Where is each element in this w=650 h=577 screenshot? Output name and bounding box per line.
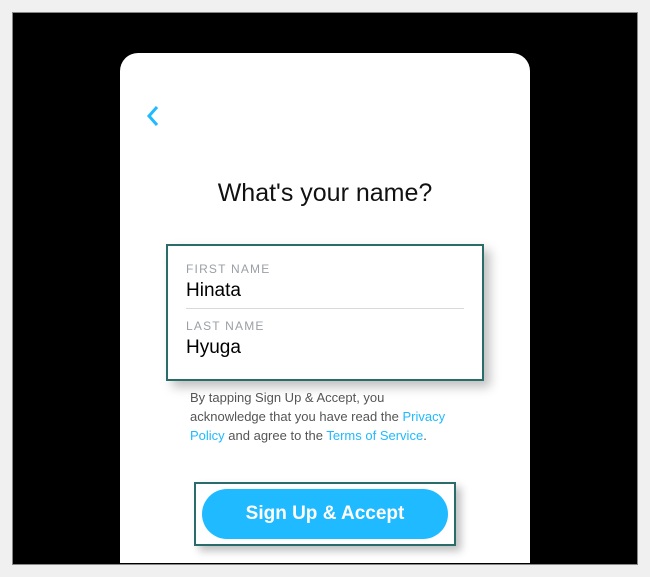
last-name-label: LAST NAME [186,319,464,333]
screenshot-frame: What's your name? FIRST NAME LAST NAME B… [12,12,638,565]
terms-of-service-link[interactable]: Terms of Service [326,428,423,443]
first-name-label: FIRST NAME [186,262,464,276]
signup-accept-button[interactable]: Sign Up & Accept [202,489,448,539]
disclaimer-text: By tapping Sign Up & Accept, you acknowl… [190,389,460,446]
last-name-input[interactable] [186,333,464,365]
first-name-input[interactable] [186,276,464,309]
cta-highlight: Sign Up & Accept [194,482,456,546]
signup-card: What's your name? FIRST NAME LAST NAME B… [120,53,530,563]
disclaimer-suffix: . [423,428,427,443]
page-title: What's your name? [120,179,530,208]
disclaimer-prefix: By tapping Sign Up & Accept, you acknowl… [190,390,402,424]
name-form-highlight: FIRST NAME LAST NAME [166,244,484,381]
back-button[interactable] [138,101,168,131]
chevron-left-icon [146,105,160,127]
disclaimer-middle: and agree to the [225,428,327,443]
